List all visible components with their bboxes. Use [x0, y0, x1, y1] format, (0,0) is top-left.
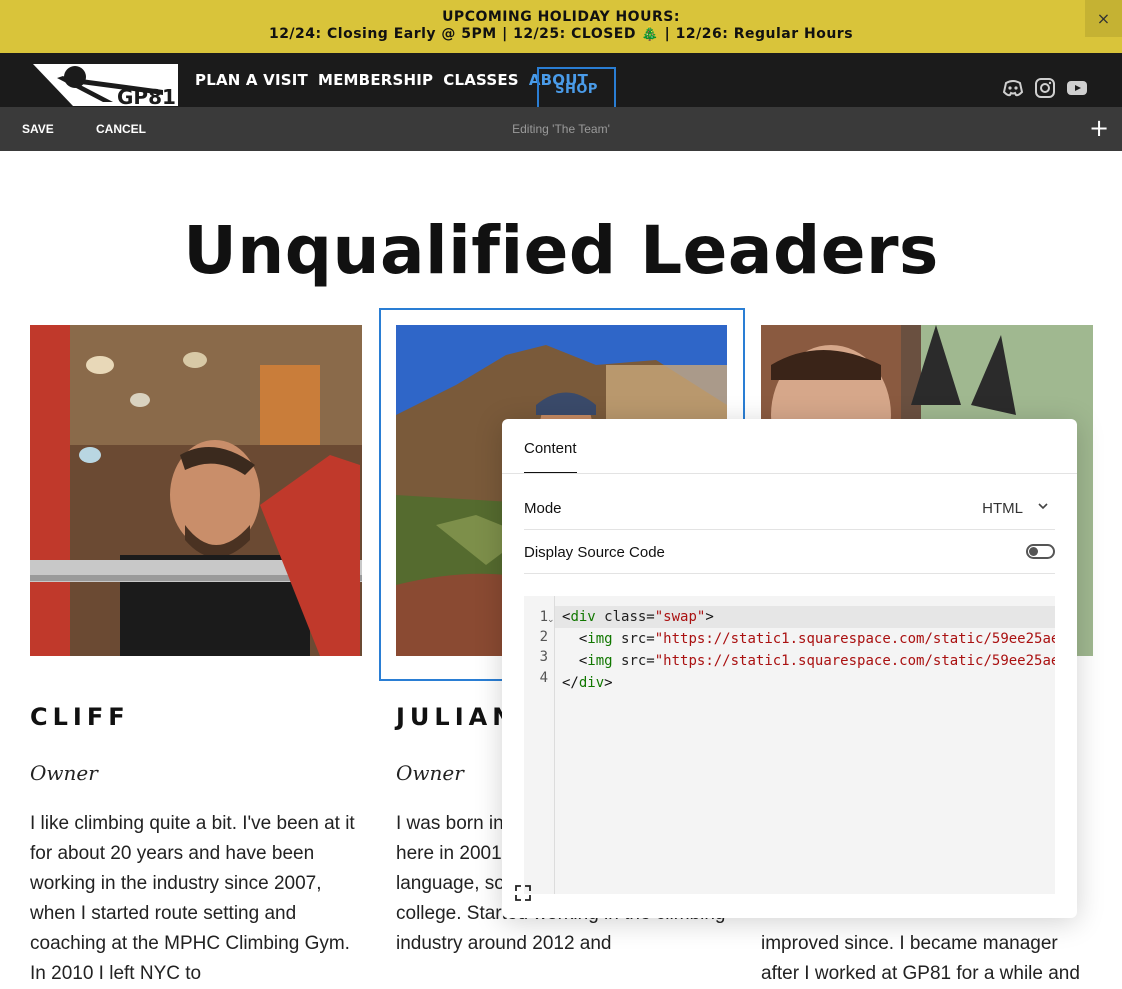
code-editor[interactable]: 1 ⌄ 2 3 4 <div class="swap"> <img src="h… — [524, 596, 1055, 894]
announcement-bar: UPCOMING HOLIDAY HOURS: 12/24: Closing E… — [0, 0, 1122, 53]
member-role: Owner — [30, 761, 98, 785]
nav-membership[interactable]: MEMBERSHIP — [318, 71, 433, 89]
code-line: <img src="https://static1.squarespace.co… — [578, 631, 1055, 647]
line-number: 1 — [539, 609, 548, 625]
code-line: <img src="https://static1.squarespace.co… — [578, 653, 1055, 669]
display-source-label: Display Source Code — [524, 544, 665, 561]
nav-plan-a-visit[interactable]: PLAN A VISIT — [195, 71, 308, 89]
team-member-card: CLIFF Owner I like climbing quite a bit.… — [30, 325, 362, 984]
member-bio: improved since. I became manager after I… — [761, 933, 1080, 984]
mode-select[interactable]: HTML — [982, 500, 1023, 517]
line-gutter: 1 ⌄ 2 3 4 — [524, 596, 555, 894]
announcement-hours: 12/24: Closing Early @ 5PM | 12/25: CLOS… — [268, 26, 854, 42]
tab-content[interactable]: Content — [524, 440, 577, 474]
line-number: 3 — [539, 649, 548, 665]
tab-divider — [502, 473, 1077, 474]
member-bio: I like climbing quite a bit. I've been a… — [30, 813, 355, 984]
close-icon: × — [1096, 9, 1111, 28]
expand-icon[interactable] — [514, 884, 532, 902]
line-number: 4 — [539, 670, 548, 686]
member-name: JULIAN — [396, 703, 518, 731]
toggle-knob — [1029, 547, 1038, 556]
display-source-row: Display Source Code — [524, 530, 1055, 574]
code-line: </div> — [562, 675, 613, 691]
shop-button[interactable]: SHOP — [537, 67, 616, 107]
close-announcement-button[interactable]: × — [1085, 0, 1122, 37]
edit-toolbar: SAVE CANCEL Editing 'The Team' + — [0, 107, 1122, 151]
announcement-heading: UPCOMING HOLIDAY HOURS: — [442, 9, 680, 25]
gp81-logo[interactable]: GP81 — [33, 64, 178, 106]
mode-row[interactable]: Mode HTML — [524, 486, 1055, 530]
nav-classes[interactable]: CLASSES — [443, 71, 519, 89]
line-number: 2 — [539, 629, 548, 645]
display-source-toggle[interactable] — [1026, 544, 1055, 559]
team-photo-cliff[interactable] — [30, 325, 362, 656]
content-editor-panel: Content Mode HTML Display Source Code 1 … — [502, 419, 1077, 918]
instagram-icon[interactable] — [1034, 77, 1056, 99]
fold-chevron-icon[interactable]: ⌄ — [547, 615, 555, 625]
code-line: <div class="swap"> — [562, 609, 714, 625]
social-links — [1002, 77, 1088, 99]
page-title: Unqualified Leaders — [183, 212, 939, 289]
chevron-down-icon[interactable] — [1035, 498, 1051, 514]
discord-icon[interactable] — [1002, 77, 1024, 99]
editing-status: Editing 'The Team' — [512, 122, 610, 136]
mode-label: Mode — [524, 500, 562, 517]
member-role: Owner — [396, 761, 464, 785]
member-name: CLIFF — [30, 703, 130, 731]
youtube-icon[interactable] — [1066, 77, 1088, 99]
site-header: GP81 PLAN A VISIT MEMBERSHIP CLASSES ABO… — [0, 53, 1122, 107]
add-block-icon[interactable]: + — [1088, 116, 1110, 140]
logo-text: GP81 — [117, 85, 176, 106]
